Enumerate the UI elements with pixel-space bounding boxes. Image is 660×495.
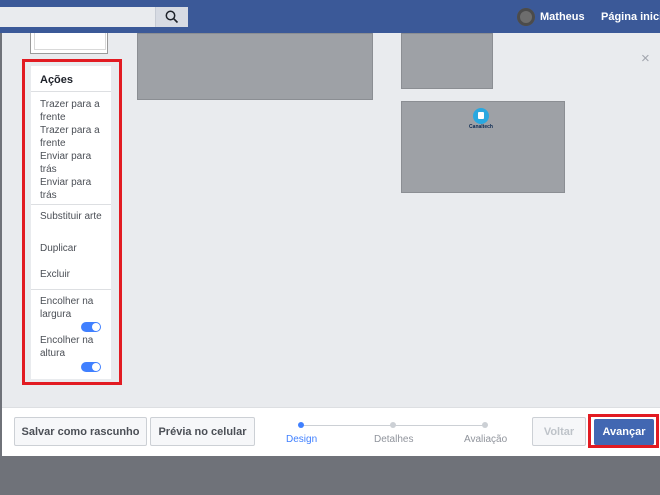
save-draft-button[interactable]: Salvar como rascunho [14,417,147,446]
page-overlay-bottom [0,456,660,495]
close-icon[interactable]: × [641,51,650,66]
previous-panel-inner [34,33,106,50]
step-review[interactable]: Avaliação [464,434,507,445]
mobile-preview-button[interactable]: Prévia no celular [150,417,255,446]
next-highlight-box [588,414,659,448]
avatar [517,8,535,26]
home-link[interactable]: Página inicial [601,11,660,23]
search-button[interactable] [155,7,188,27]
back-button[interactable]: Voltar [532,417,586,446]
step-dot-design [298,422,304,428]
previous-panel-card [30,33,108,54]
step-design[interactable]: Design [286,434,317,445]
canvas-tile-left[interactable] [137,33,373,100]
step-connector [393,425,483,426]
logo-text: Canaltech [469,124,493,130]
search-icon [165,10,179,24]
step-dot-review [482,422,488,428]
step-details[interactable]: Detalhes [374,434,413,445]
canaltech-logo-icon [473,108,489,124]
user-name: Matheus [540,11,585,23]
user-profile-link[interactable]: Matheus [517,8,585,26]
canvas-tile-top-right[interactable] [401,33,493,89]
step-connector [301,425,391,426]
step-dot-details [390,422,396,428]
top-bar: Matheus Página inicial [0,0,660,33]
actions-highlight-box [22,59,122,385]
